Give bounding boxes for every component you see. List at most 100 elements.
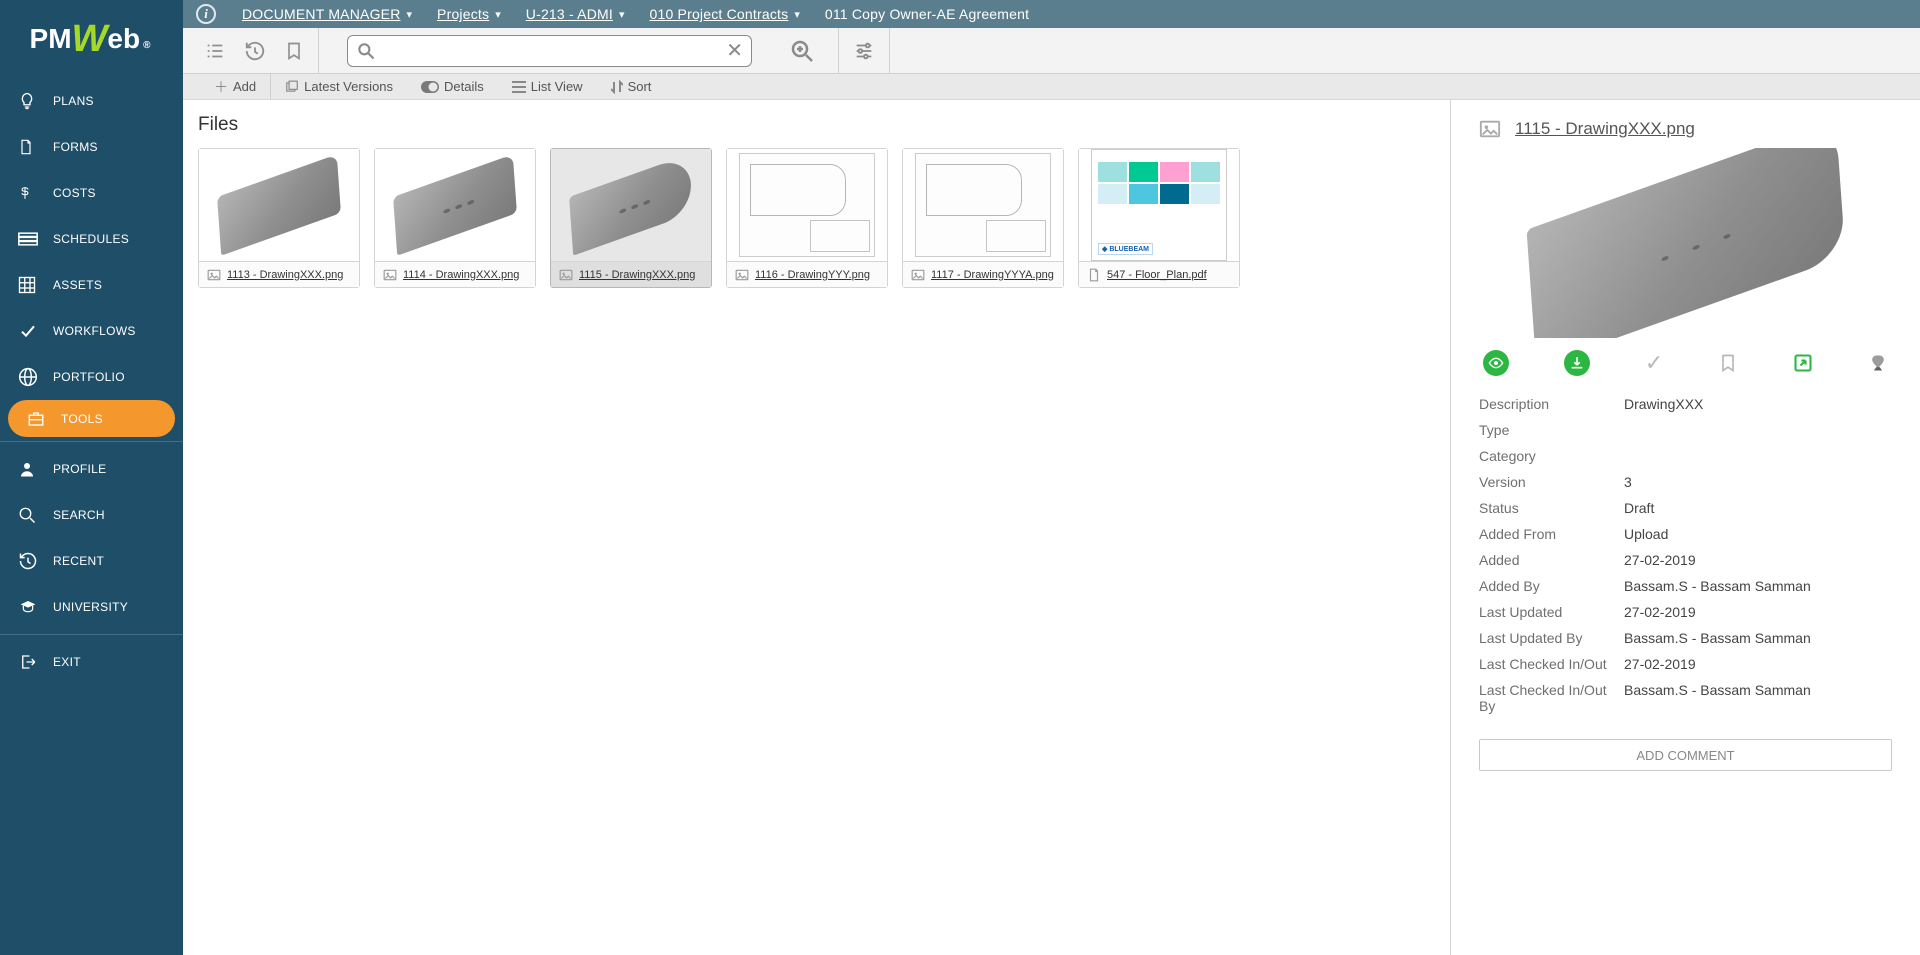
file-name-link[interactable]: 1115 - DrawingXXX.png [579, 269, 695, 281]
sidebar-item-university[interactable]: UNIVERSITY [0, 584, 183, 630]
file-card[interactable]: 1117 - DrawingYYYA.png [902, 148, 1064, 288]
bulb-icon [18, 92, 38, 110]
detail-field-label: Added [1479, 552, 1624, 568]
breadcrumb-3[interactable]: 010 Project Contracts▾ [638, 6, 813, 22]
breadcrumb-0[interactable]: DOCUMENT MANAGER▾ [230, 6, 425, 22]
search-input[interactable] [376, 41, 726, 60]
file-card[interactable]: ✓1115 - DrawingXXX.png [550, 148, 712, 288]
list-icon [512, 81, 526, 93]
file-toolbar: ＋Add Latest Versions Details List View S… [0, 74, 1920, 100]
sidebar-item-label: ASSETS [53, 278, 102, 292]
file-pdf-icon [1087, 268, 1101, 282]
history-icon [18, 551, 38, 571]
info-icon[interactable]: i [196, 4, 216, 24]
search-icon [356, 41, 376, 61]
detail-actions: ✓ [1479, 350, 1892, 376]
grid-icon [18, 276, 38, 294]
download-icon[interactable] [1564, 350, 1590, 376]
file-image-icon [383, 268, 397, 282]
file-name-link[interactable]: 1114 - DrawingXXX.png [403, 269, 519, 281]
sidebar-item-forms[interactable]: FORMS [0, 124, 183, 170]
globe-icon [18, 367, 38, 387]
sidebar-item-label: FORMS [53, 140, 98, 154]
file-card[interactable]: 1114 - DrawingXXX.png [374, 148, 536, 288]
sidebar-item-portfolio[interactable]: PORTFOLIO [0, 354, 183, 400]
search-icon [18, 506, 38, 524]
file-thumbnail: ◆ BLUEBEAM [1079, 149, 1239, 261]
file-card[interactable]: 1116 - DrawingYYY.png [726, 148, 888, 288]
detail-field-value: Bassam.S - Bassam Samman [1624, 630, 1892, 646]
add-comment-button[interactable]: ADD COMMENT [1479, 739, 1892, 771]
file-card[interactable]: 1113 - DrawingXXX.png [198, 148, 360, 288]
sidebar-item-search[interactable]: SEARCH [0, 492, 183, 538]
app-logo: PMWeb® [0, 0, 180, 72]
sidebar-item-label: PLANS [53, 94, 94, 108]
bookmark-icon[interactable] [284, 40, 304, 62]
detail-field-value [1624, 448, 1892, 464]
detail-field-value: 27-02-2019 [1624, 656, 1892, 672]
breadcrumb-4: 011 Copy Owner-AE Agreement [813, 6, 1042, 22]
grad-icon [18, 599, 38, 615]
sort-button[interactable]: Sort [597, 74, 666, 99]
history-icon[interactable] [244, 40, 266, 62]
file-name-link[interactable]: 1113 - DrawingXXX.png [227, 269, 343, 281]
detail-field-value: Upload [1624, 526, 1892, 542]
file-name-link[interactable]: 1117 - DrawingYYYA.png [931, 269, 1054, 281]
approve-icon[interactable]: ✓ [1645, 350, 1663, 376]
detail-title[interactable]: 1115 - DrawingXXX.png [1515, 119, 1695, 139]
check-icon [18, 323, 38, 339]
settings-sliders-icon[interactable] [853, 40, 875, 62]
file-thumbnail [727, 149, 887, 261]
sidebar-item-schedules[interactable]: SCHEDULES [0, 216, 183, 262]
sidebar-item-profile[interactable]: PROFILE [0, 446, 183, 492]
detail-panel: 1115 - DrawingXXX.png ✓ DescriptionDrawi… [1450, 100, 1920, 955]
view-icon[interactable] [1483, 350, 1509, 376]
file-image-icon [559, 268, 573, 282]
detail-field-label: Last Checked In/Out By [1479, 682, 1624, 714]
search-box[interactable]: ✕ [347, 35, 752, 67]
file-thumbnail [551, 149, 711, 261]
sidebar-item-label: TOOLS [61, 412, 103, 426]
list-toggle-icon[interactable] [204, 40, 226, 62]
file-card[interactable]: ◆ BLUEBEAM 547 - Floor_Plan.pdf [1078, 148, 1240, 288]
sidebar-item-plans[interactable]: PLANS [0, 78, 183, 124]
detail-field-label: Version [1479, 474, 1624, 490]
list-view-button[interactable]: List View [498, 74, 597, 99]
detail-field-value: DrawingXXX [1624, 396, 1892, 412]
image-icon [1479, 118, 1501, 140]
sidebar-item-assets[interactable]: ASSETS [0, 262, 183, 308]
latest-versions-button[interactable]: Latest Versions [271, 74, 407, 99]
sidebar-item-label: SCHEDULES [53, 232, 129, 246]
detail-field-label: Category [1479, 448, 1624, 464]
add-button[interactable]: ＋Add [200, 74, 271, 99]
sidebar-item-workflows[interactable]: WORKFLOWS [0, 308, 183, 354]
detail-field-value [1624, 422, 1892, 438]
action-bar: ✕ [0, 28, 1920, 74]
breadcrumb-2[interactable]: U-213 - ADMI▾ [514, 6, 638, 22]
bookmark-detail-icon[interactable] [1718, 352, 1738, 374]
zoom-in-icon[interactable] [790, 39, 814, 63]
detail-field-label: Last Updated [1479, 604, 1624, 620]
detail-field-label: Type [1479, 422, 1624, 438]
details-toggle[interactable]: Details [407, 74, 498, 99]
sidebar-item-label: PORTFOLIO [53, 370, 125, 384]
file-thumbnail [903, 149, 1063, 261]
sidebar-item-tools[interactable]: TOOLS [8, 400, 175, 437]
exit-icon [18, 653, 38, 671]
sidebar-item-costs[interactable]: COSTS [0, 170, 183, 216]
sidebar-item-label: RECENT [53, 554, 104, 568]
file-name-link[interactable]: 1116 - DrawingYYY.png [755, 269, 870, 281]
breadcrumb-1[interactable]: Projects▾ [425, 6, 514, 22]
files-area: Files 1113 - DrawingXXX.png1114 - Drawin… [183, 100, 1450, 955]
sidebar-item-label: WORKFLOWS [53, 324, 136, 338]
sidebar-item-exit[interactable]: EXIT [0, 639, 183, 685]
color-picker-icon[interactable] [1868, 352, 1888, 374]
sidebar-item-recent[interactable]: RECENT [0, 538, 183, 584]
open-external-icon[interactable] [1793, 353, 1813, 373]
sidebar-item-label: SEARCH [53, 508, 105, 522]
detail-field-label: Added By [1479, 578, 1624, 594]
file-name-link[interactable]: 547 - Floor_Plan.pdf [1107, 269, 1207, 281]
detail-field-value: Bassam.S - Bassam Samman [1624, 578, 1892, 594]
clear-search-icon[interactable]: ✕ [726, 38, 743, 63]
sidebar-item-label: COSTS [53, 186, 96, 200]
